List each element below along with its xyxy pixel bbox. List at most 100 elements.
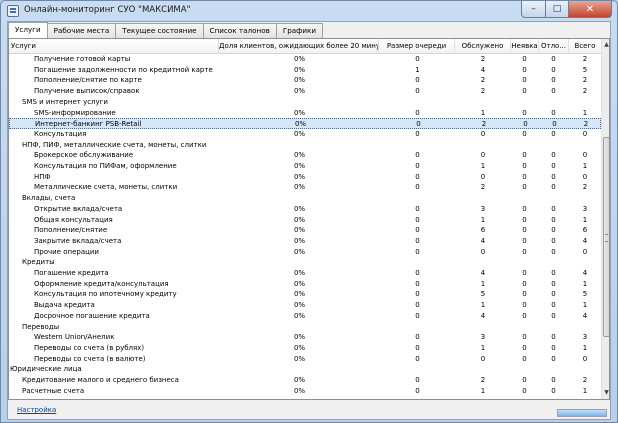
postponed-cell: 0 <box>551 386 556 395</box>
postponed-cell: 0 <box>551 354 556 363</box>
tab-3[interactable]: Список талонов <box>203 23 277 38</box>
total-cell: 3 <box>582 333 588 342</box>
no-show-cell: 0 <box>522 269 527 277</box>
service-name-cell: Кредиты <box>22 258 55 267</box>
total-cell: 2 <box>582 76 588 85</box>
queue-size-cell: 0 <box>415 290 420 299</box>
wait-share-cell: 0% <box>293 172 306 181</box>
table-row[interactable]: Брокерское обслуживание 0% 0 0 0 0 0 <box>9 150 601 161</box>
queue-size-cell: 0 <box>415 87 420 96</box>
no-show-cell: 0 <box>522 151 527 160</box>
table-row[interactable]: Закрытие вклада/счета 0% 0 4 0 0 4 <box>9 236 601 247</box>
no-show-cell: 0 <box>522 65 527 74</box>
table-row[interactable]: Пополнение/снятие по карте 0% 0 2 0 0 2 <box>9 75 601 86</box>
table-row[interactable]: Открытие вклада/счета 0% 0 3 0 0 3 <box>9 204 601 215</box>
table-row[interactable]: Консультация 0% 0 0 0 0 0 <box>9 129 601 140</box>
service-name-cell: Юридические лица <box>10 365 82 374</box>
no-show-cell: 0 <box>522 55 527 63</box>
no-show-cell: 0 <box>522 290 527 299</box>
table-row[interactable]: Получение готовой карты 0% 0 2 0 0 2 <box>9 54 601 65</box>
table-row[interactable]: Погашение кредита 0% 0 4 0 0 4 <box>9 268 601 279</box>
service-name-cell: Оформление кредита/консультация <box>34 279 169 288</box>
service-name-cell: Брокерское обслуживание <box>34 151 134 160</box>
table-row[interactable]: Western Union/Анелик 0% 0 3 0 0 3 <box>9 332 601 343</box>
minimize-button[interactable]: – <box>521 1 546 18</box>
group-row[interactable]: НПФ, ПИФ, металлические счета, монеты, с… <box>9 140 601 151</box>
no-show-cell: 0 <box>522 226 527 235</box>
title-bar[interactable]: Онлайн-мониторинг СУО "МАКСИМА" – □ ✕ <box>1 1 617 21</box>
maximize-button[interactable]: □ <box>546 1 569 18</box>
table-row[interactable]: НПФ 0% 0 0 0 0 0 <box>9 172 601 183</box>
settings-link[interactable]: Настройка <box>17 406 56 414</box>
service-name-cell: Пополнение/снятие по карте <box>34 76 142 85</box>
table-row[interactable]: Досрочное погашение кредита 0% 0 4 0 0 4 <box>9 311 601 322</box>
tab-2[interactable]: Текущее состояние <box>116 23 204 38</box>
postponed-cell: 0 <box>551 301 556 310</box>
table-row[interactable]: Выдача кредита 0% 0 1 0 0 1 <box>9 300 601 311</box>
progress-fill <box>558 410 606 416</box>
total-cell: 1 <box>582 386 588 395</box>
queue-size-cell: 0 <box>415 108 420 117</box>
service-name-cell: Погашение кредита <box>34 269 109 277</box>
scrollbar-thumb[interactable] <box>603 137 609 337</box>
group-row[interactable]: Вклады, счета <box>9 193 601 204</box>
table-row[interactable]: Расчетные счета 0% 0 1 0 0 1 <box>9 386 601 397</box>
table-row[interactable]: Получение выписок/справок 0% 0 2 0 0 2 <box>9 86 601 97</box>
table-row[interactable]: Оформление кредита/консультация 0% 0 1 0 0 1 <box>9 279 601 290</box>
window-controls: – □ ✕ <box>521 1 612 18</box>
column-header-services[interactable]: Услуги <box>9 39 219 54</box>
served-cell: 5 <box>480 290 486 299</box>
scroll-down-arrow-icon[interactable]: ▼ <box>602 387 609 399</box>
no-show-cell: 0 <box>522 376 527 384</box>
served-cell: 3 <box>480 333 486 342</box>
group-row[interactable]: Переводы <box>9 322 601 333</box>
wait-share-cell: 0% <box>293 279 306 288</box>
served-cell: 2 <box>480 76 486 85</box>
column-header-no-show[interactable]: Неявка <box>511 39 539 54</box>
column-header-wait-share[interactable]: Доля клиентов, ожидающих более 20 минут <box>219 39 379 54</box>
served-cell: 0 <box>480 354 486 363</box>
window-title: Онлайн-мониторинг СУО "МАКСИМА" <box>24 5 191 15</box>
wait-share-cell: 0% <box>293 204 306 213</box>
grid-header: Услуги Доля клиентов, ожидающих более 20… <box>9 39 601 54</box>
table-row[interactable]: Интернет-банкинг PSB-Retail 0% 0 2 0 0 2 <box>9 118 601 130</box>
table-row[interactable]: Металлические счета, монеты, слитки 0% 0 2 0… <box>9 182 601 193</box>
table-row[interactable]: Погашение задолженности по кредитной кар… <box>9 65 601 76</box>
wait-share-cell: 0% <box>293 108 306 117</box>
table-row[interactable]: Общая консультация 0% 0 1 0 0 1 <box>9 215 601 226</box>
served-cell: 6 <box>480 226 486 235</box>
group-row[interactable]: Кредиты <box>9 257 601 268</box>
queue-size-cell: 0 <box>415 151 420 160</box>
service-name-cell: Консультация по ипотечному кредиту <box>34 290 177 299</box>
postponed-cell: 0 <box>551 87 556 96</box>
wait-share-cell: 0% <box>293 183 306 192</box>
close-button[interactable]: ✕ <box>569 1 612 18</box>
table-row[interactable]: SMS-информирование 0% 0 1 0 0 1 <box>9 108 601 119</box>
column-header-total[interactable]: Всего <box>569 39 601 54</box>
table-row[interactable]: Консультация по ипотечному кредиту 0% 0 5 0 0… <box>9 289 601 300</box>
postponed-cell: 0 <box>551 204 556 213</box>
table-row[interactable]: Переводы со счета (в валюте) 0% 0 0 0 0 0 <box>9 354 601 365</box>
table-row[interactable]: Кредитование малого и среднего бизнеса 0%… <box>9 375 601 386</box>
no-show-cell: 0 <box>522 354 527 363</box>
column-header-queue-size[interactable]: Размер очереди <box>379 39 455 54</box>
served-cell: 1 <box>480 215 486 224</box>
group-row[interactable]: Юридические лица <box>9 364 601 375</box>
table-row[interactable]: Переводы со счета (в рублях) 0% 0 1 0 0 1 <box>9 343 601 354</box>
no-show-cell: 0 <box>522 333 527 342</box>
tab-1[interactable]: Рабочие места <box>47 23 117 38</box>
scroll-up-arrow-icon[interactable]: ▲ <box>602 39 609 51</box>
vertical-scrollbar[interactable]: ▲ ▼ <box>601 39 609 399</box>
table-row[interactable]: Консультация по ПИФам, оформление 0% 0 1 0 0 1 <box>9 161 601 172</box>
table-row[interactable]: Прочие операции 0% 0 0 0 0 0 <box>9 247 601 258</box>
tab-0[interactable]: Услуги <box>8 22 48 39</box>
wait-share-cell: 0% <box>293 386 306 395</box>
no-show-cell: 0 <box>522 108 527 117</box>
no-show-cell: 0 <box>522 301 527 310</box>
table-row[interactable]: Пополнение/снятие 0% 0 6 0 0 6 <box>9 225 601 236</box>
column-header-served[interactable]: Обслужено <box>455 39 511 54</box>
group-row[interactable]: SMS и интернет услуги <box>9 97 601 108</box>
tab-4[interactable]: Графики <box>276 23 324 38</box>
served-cell: 0 <box>480 172 486 181</box>
column-header-postponed[interactable]: Отло... <box>539 39 569 54</box>
